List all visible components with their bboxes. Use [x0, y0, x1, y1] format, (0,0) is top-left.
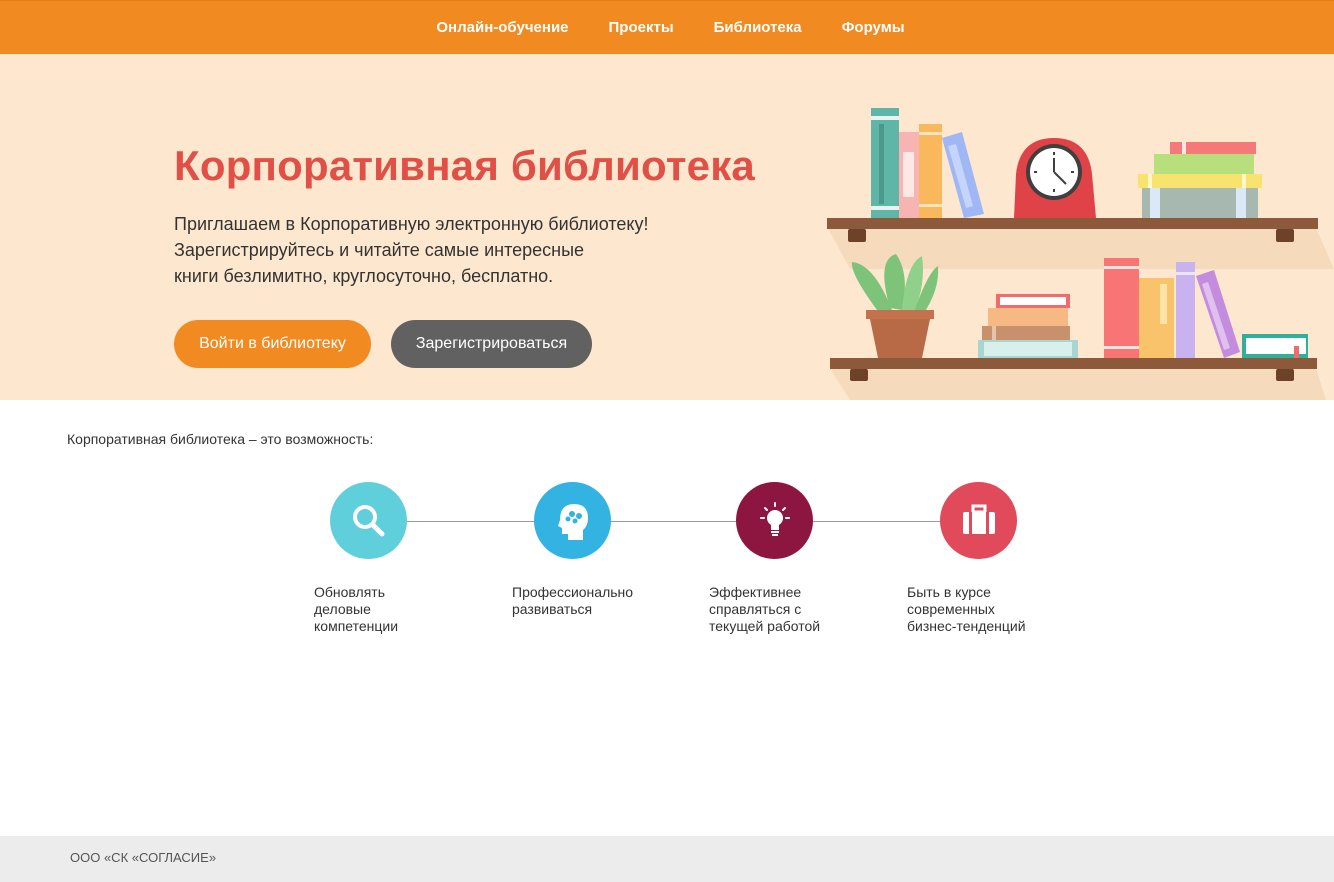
briefcase-icon	[962, 504, 995, 534]
nav-item-projects[interactable]: Проекты	[609, 19, 674, 36]
feature-label-line: текущей работой	[709, 618, 821, 634]
feature-label-line: компетенции	[314, 618, 399, 634]
feature-label: Профессионально развиваться	[512, 584, 672, 618]
features-section: Обновлять деловые компетенции Профессион…	[300, 482, 1060, 652]
page-title: Корпоративная библиотека	[174, 142, 755, 189]
nav-menu: Онлайн-обучение Проекты Библиотека Форум…	[416, 19, 924, 37]
lightbulb-icon	[759, 501, 790, 536]
feature-label: Быть в курсе современных бизнес-тенденци…	[907, 584, 1067, 635]
feature-label-line: развиваться	[512, 601, 593, 617]
feature-label-line: Профессионально	[512, 584, 634, 600]
nav-item-online-learning[interactable]: Онлайн-обучение	[436, 19, 568, 36]
nav-item-forums[interactable]: Форумы	[842, 19, 905, 36]
hero-description: Приглашаем в Корпоративную электронную б…	[174, 211, 694, 289]
hero-banner: Корпоративная библиотека Приглашаем в Ко…	[0, 54, 1334, 400]
feature-label-line: Быть в курсе	[907, 584, 991, 600]
feature-circle	[736, 482, 813, 559]
feature-label-line: деловые	[314, 601, 371, 617]
nav-item-library[interactable]: Библиотека	[714, 19, 802, 36]
footer-company-name: ООО «СК «СОГЛАСИЕ»	[70, 850, 217, 865]
bookshelves-illustration	[827, 108, 1334, 400]
feature-label-line: бизнес-тенденций	[907, 618, 1026, 634]
register-button[interactable]: Зарегистрироваться	[391, 320, 592, 368]
intro-text: Корпоративная библиотека – это возможнос…	[67, 431, 374, 447]
feature-label-line: Обновлять	[314, 584, 385, 600]
top-navigation: Онлайн-обучение Проекты Библиотека Форум…	[0, 0, 1334, 54]
brain-head-icon	[557, 503, 588, 540]
feature-label: Обновлять деловые компетенции	[314, 584, 474, 635]
feature-circle	[330, 482, 407, 559]
footer: ООО «СК «СОГЛАСИЕ»	[0, 836, 1334, 882]
login-library-button[interactable]: Войти в библиотеку	[174, 320, 371, 368]
magnifier-icon	[352, 504, 384, 536]
feature-label-line: справляться с	[709, 601, 802, 617]
feature-label: Эффективнее справляться с текущей работо…	[709, 584, 869, 635]
feature-label-line: Эффективнее	[709, 584, 802, 600]
features-connector-line	[368, 521, 978, 522]
feature-circle	[940, 482, 1017, 559]
hero-description-line: Зарегистрируйтесь и читайте самые интере…	[174, 240, 585, 260]
feature-label-line: современных	[907, 601, 995, 617]
hero-description-line: Приглашаем в Корпоративную электронную б…	[174, 214, 649, 234]
hero-description-line: книги безлимитно, круглосуточно, бесплат…	[174, 266, 554, 286]
feature-circle	[534, 482, 611, 559]
